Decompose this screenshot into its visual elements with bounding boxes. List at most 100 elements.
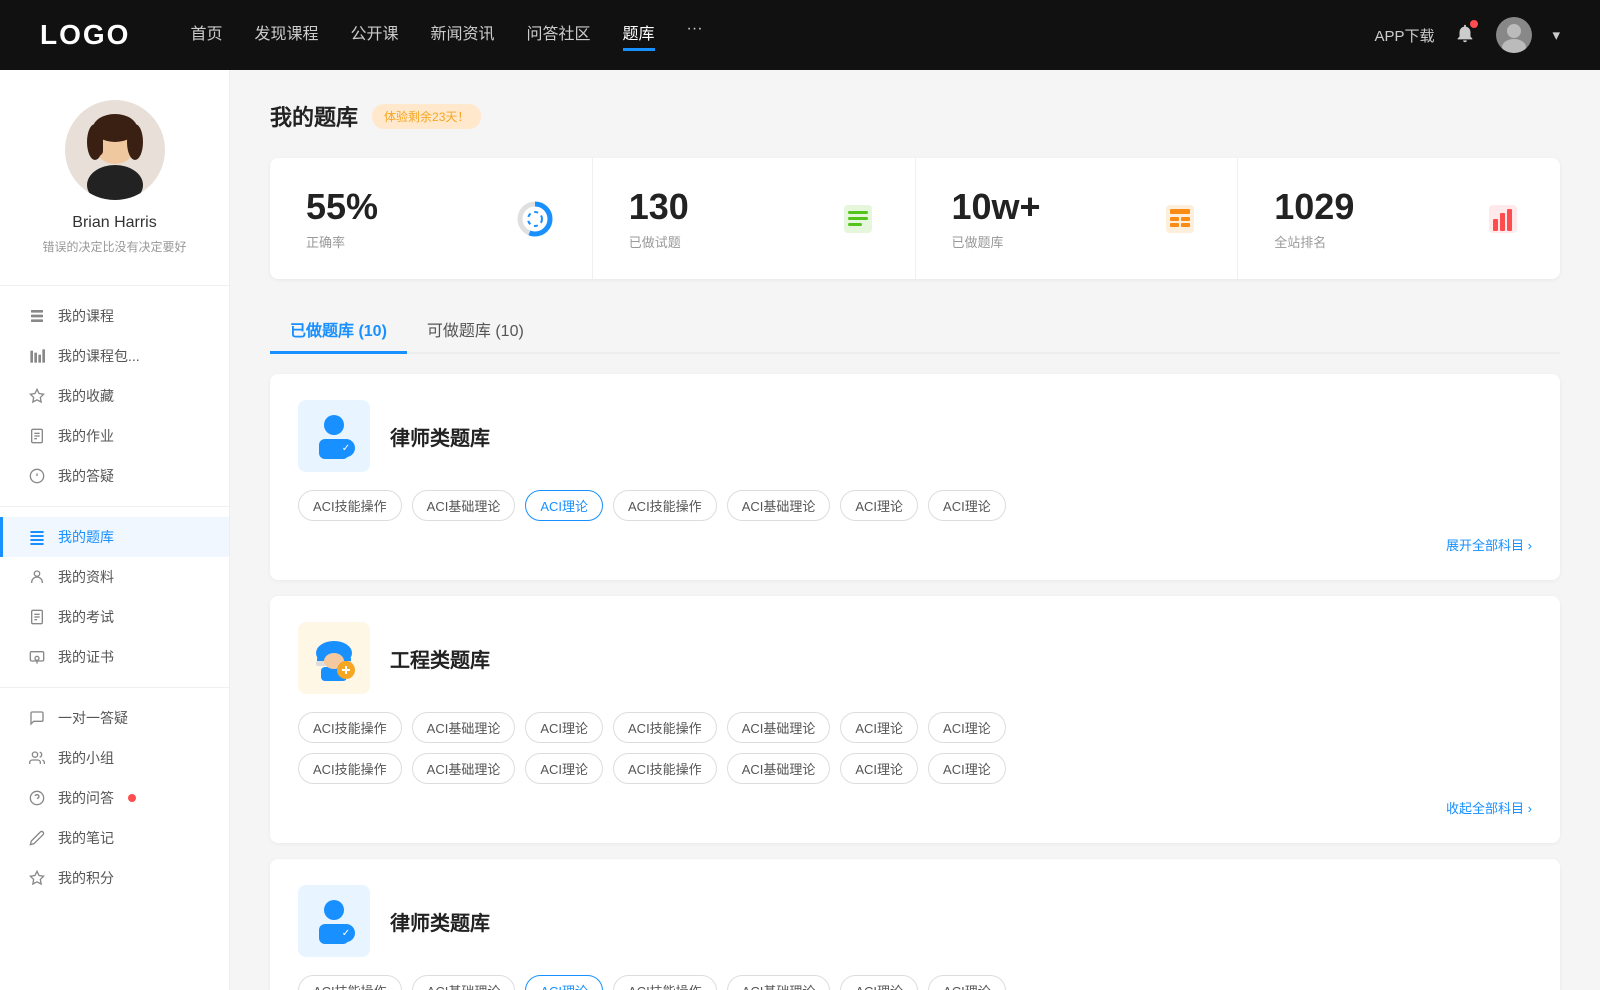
tag-active[interactable]: ACI理论 bbox=[525, 975, 603, 990]
tag[interactable]: ACI理论 bbox=[928, 490, 1006, 521]
tag[interactable]: ACI理论 bbox=[840, 753, 918, 784]
user-avatar[interactable] bbox=[1496, 17, 1532, 53]
tag[interactable]: ACI基础理论 bbox=[412, 712, 516, 743]
question-icon bbox=[28, 467, 46, 485]
certificate-icon bbox=[28, 648, 46, 666]
nav-right: APP下载 ▾ bbox=[1374, 17, 1560, 53]
tag[interactable]: ACI基础理论 bbox=[412, 975, 516, 990]
tab-done-banks[interactable]: 已做题库 (10) bbox=[270, 307, 407, 354]
tag[interactable]: ACI技能操作 bbox=[298, 712, 402, 743]
nav-question-bank[interactable]: 题库 bbox=[623, 20, 655, 51]
tag-active[interactable]: ACI理论 bbox=[525, 490, 603, 521]
tag[interactable]: ACI理论 bbox=[928, 753, 1006, 784]
tag[interactable]: ACI基础理论 bbox=[727, 753, 831, 784]
tag[interactable]: ACI技能操作 bbox=[613, 753, 717, 784]
tag[interactable]: ACI理论 bbox=[840, 712, 918, 743]
checkmark-badge-2: ✓ bbox=[337, 924, 355, 942]
nav-open-course[interactable]: 公开课 bbox=[350, 20, 398, 51]
trial-badge: 体验剩余23天！ bbox=[372, 104, 481, 129]
stat-ranking: 1029 全站排名 bbox=[1238, 158, 1560, 279]
qbank-header: 工程类题库 bbox=[298, 622, 1532, 694]
sidebar-item-question-bank[interactable]: 我的题库 bbox=[0, 517, 229, 557]
stats-row: 55% 正确率 130 已做试题 bbox=[270, 158, 1560, 279]
sidebar-item-label: 我的题库 bbox=[58, 527, 114, 547]
tag[interactable]: ACI基础理论 bbox=[727, 975, 831, 990]
qbank-header: ✓ 律师类题库 bbox=[298, 400, 1532, 472]
sidebar-item-profile[interactable]: 我的资料 bbox=[0, 557, 229, 597]
tag[interactable]: ACI技能操作 bbox=[298, 490, 402, 521]
tag[interactable]: ACI理论 bbox=[840, 975, 918, 990]
page-title: 我的题库 bbox=[270, 100, 358, 132]
tag[interactable]: ACI技能操作 bbox=[613, 712, 717, 743]
stat-label: 已做题库 bbox=[952, 232, 1144, 251]
sidebar-item-points[interactable]: 我的积分 bbox=[0, 858, 229, 898]
qbank-icon-wrap bbox=[298, 622, 370, 694]
tag[interactable]: ACI基础理论 bbox=[412, 490, 516, 521]
sidebar-item-homework[interactable]: 我的作业 bbox=[0, 416, 229, 456]
tag[interactable]: ACI技能操作 bbox=[298, 753, 402, 784]
tag[interactable]: ACI技能操作 bbox=[613, 975, 717, 990]
sidebar-item-label: 我的考试 bbox=[58, 607, 114, 627]
question-bank-icon bbox=[28, 528, 46, 546]
tag[interactable]: ACI理论 bbox=[928, 975, 1006, 990]
table-icon bbox=[1159, 198, 1201, 240]
nav-more[interactable]: ··· bbox=[687, 20, 703, 51]
tab-available-banks[interactable]: 可做题库 (10) bbox=[407, 307, 544, 354]
list-icon bbox=[837, 198, 879, 240]
sidebar-item-certificate[interactable]: 我的证书 bbox=[0, 637, 229, 677]
tag[interactable]: ACI技能操作 bbox=[613, 490, 717, 521]
qa-red-dot bbox=[128, 794, 136, 802]
tag[interactable]: ACI理论 bbox=[525, 712, 603, 743]
sidebar-item-one-on-one[interactable]: 一对一答疑 bbox=[0, 698, 229, 738]
tag[interactable]: ACI理论 bbox=[928, 712, 1006, 743]
app-download-link[interactable]: APP下载 bbox=[1374, 25, 1434, 46]
expand-all-link[interactable]: 展开全部科目 › bbox=[298, 535, 1532, 554]
tag[interactable]: ACI理论 bbox=[840, 490, 918, 521]
stat-value: 130 bbox=[629, 186, 821, 228]
sidebar: Brian Harris 错误的决定比没有决定要好 我的课程 我的课程包... … bbox=[0, 70, 230, 990]
sidebar-item-favorites[interactable]: 我的收藏 bbox=[0, 376, 229, 416]
nav-qa[interactable]: 问答社区 bbox=[527, 20, 591, 51]
notification-bell[interactable] bbox=[1454, 22, 1476, 48]
sidebar-item-exam[interactable]: 我的考试 bbox=[0, 597, 229, 637]
sidebar-item-label: 我的收藏 bbox=[58, 386, 114, 406]
notification-dot bbox=[1470, 20, 1478, 28]
sidebar-item-label: 我的答疑 bbox=[58, 466, 114, 486]
sidebar-item-label: 我的小组 bbox=[58, 748, 114, 768]
nav-news[interactable]: 新闻资讯 bbox=[431, 20, 495, 51]
qbank-icon-wrap: ✓ bbox=[298, 400, 370, 472]
qbank-name: 律师类题库 bbox=[390, 907, 490, 936]
sidebar-item-label: 我的作业 bbox=[58, 426, 114, 446]
sidebar-item-label: 我的课程 bbox=[58, 306, 114, 326]
sidebar-item-label: 我的笔记 bbox=[58, 828, 114, 848]
sidebar-item-course[interactable]: 我的课程 bbox=[0, 296, 229, 336]
stat-done-questions: 130 已做试题 bbox=[593, 158, 916, 279]
nav-discover[interactable]: 发现课程 bbox=[254, 20, 318, 51]
user-dropdown-arrow[interactable]: ▾ bbox=[1552, 26, 1560, 44]
stat-accuracy: 55% 正确率 bbox=[270, 158, 593, 279]
stat-done-banks: 10w+ 已做题库 bbox=[916, 158, 1239, 279]
tag[interactable]: ACI理论 bbox=[525, 753, 603, 784]
collapse-all-link[interactable]: 收起全部科目 › bbox=[298, 798, 1532, 817]
profile-name: Brian Harris bbox=[72, 214, 156, 232]
accuracy-chart-icon bbox=[514, 198, 556, 240]
sidebar-item-group[interactable]: 我的小组 bbox=[0, 738, 229, 778]
sidebar-item-my-qa[interactable]: 我的问答 bbox=[0, 778, 229, 818]
sidebar-item-label: 我的问答 bbox=[58, 788, 114, 808]
sidebar-item-notes[interactable]: 我的笔记 bbox=[0, 818, 229, 858]
nav-menu: 首页 发现课程 公开课 新闻资讯 问答社区 题库 ··· bbox=[190, 20, 1334, 51]
stat-label: 已做试题 bbox=[629, 232, 821, 251]
chat-icon bbox=[28, 709, 46, 727]
engineer-icon bbox=[309, 633, 359, 683]
exam-icon bbox=[28, 608, 46, 626]
sidebar-item-course-pack[interactable]: 我的课程包... bbox=[0, 336, 229, 376]
tag[interactable]: ACI技能操作 bbox=[298, 975, 402, 990]
nav-home[interactable]: 首页 bbox=[190, 20, 222, 51]
logo: LOGO bbox=[40, 19, 130, 51]
group-icon bbox=[28, 749, 46, 767]
tag[interactable]: ACI基础理论 bbox=[412, 753, 516, 784]
sidebar-divider-2 bbox=[0, 506, 229, 507]
tag[interactable]: ACI基础理论 bbox=[727, 490, 831, 521]
sidebar-item-questions[interactable]: 我的答疑 bbox=[0, 456, 229, 496]
tag[interactable]: ACI基础理论 bbox=[727, 712, 831, 743]
